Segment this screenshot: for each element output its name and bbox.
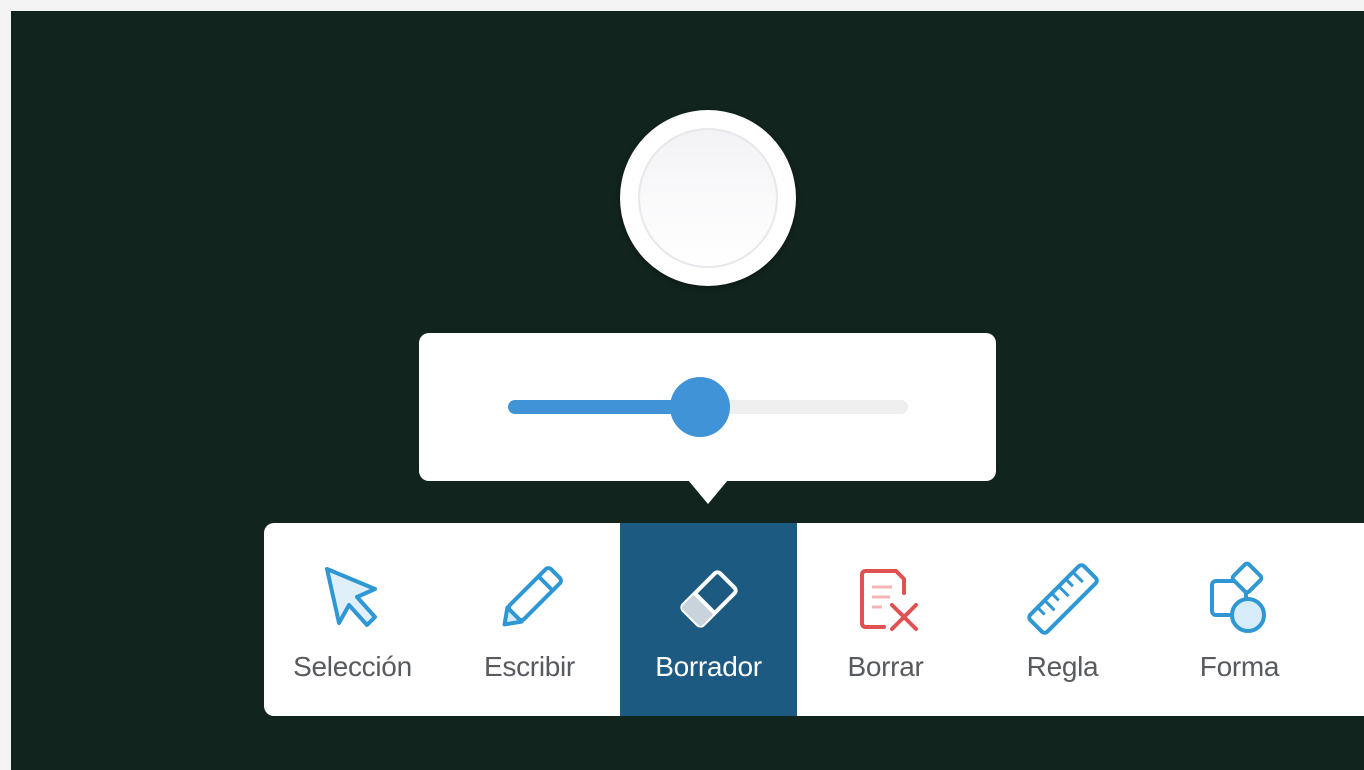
tool-ruler[interactable]: Regla xyxy=(974,523,1151,716)
whiteboard-canvas[interactable]: Selección Escribir Borrador Borrar Regla… xyxy=(11,11,1364,770)
eraser-size-popover xyxy=(419,333,996,481)
eraser-size-preview xyxy=(620,110,796,286)
cursor-arrow-icon xyxy=(324,567,377,627)
tool-toolbar: Selección Escribir Borrador Borrar Regla… xyxy=(264,523,1364,716)
pencil-icon xyxy=(502,566,563,627)
tool-eraser[interactable]: Borrador xyxy=(620,523,797,716)
tool-label-eraser: Borrador xyxy=(655,651,762,682)
tool-clear[interactable]: Borrar xyxy=(797,523,974,716)
clear-page-icon xyxy=(859,569,918,631)
eraser-size-preview-inner xyxy=(638,128,778,268)
popover-arrow xyxy=(688,480,728,504)
shapes-icon xyxy=(1209,561,1266,633)
tool-label-selection: Selección xyxy=(293,651,412,682)
tool-write[interactable]: Escribir xyxy=(441,523,618,716)
tool-label-ruler: Regla xyxy=(1026,651,1099,682)
tool-label-write: Escribir xyxy=(484,651,575,682)
tool-shape[interactable]: Forma xyxy=(1151,523,1328,716)
eraser-size-slider[interactable] xyxy=(508,377,908,437)
tool-label-clear: Borrar xyxy=(847,651,924,682)
tool-label-shape: Forma xyxy=(1199,651,1280,682)
slider-thumb[interactable] xyxy=(670,377,730,437)
tool-selection[interactable]: Selección xyxy=(264,523,441,716)
ruler-icon xyxy=(1026,563,1099,635)
eraser-icon xyxy=(679,570,738,628)
